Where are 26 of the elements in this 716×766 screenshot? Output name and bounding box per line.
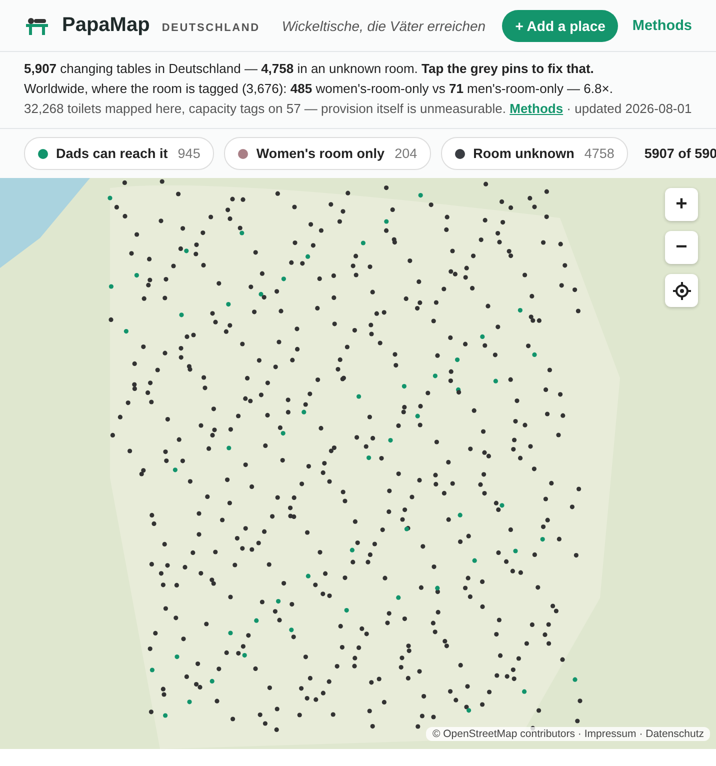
legend-label: Women's room only xyxy=(256,146,385,161)
locate-icon xyxy=(672,282,690,300)
worldwide-text: Worldwide, where the room is tagged (3,676): 485 women's-room-only vs 71 men's-room-only — 6.8×. xyxy=(24,80,614,98)
zoom-in-button[interactable]: + xyxy=(665,188,698,221)
map-attribution: © OpenStreetMap contributors · Impressum · Datenschutz xyxy=(426,727,710,741)
legend-count: 945 xyxy=(178,146,200,161)
attribution-link[interactable]: Impressum xyxy=(584,728,636,740)
legend-filter-chip[interactable]: Dads can reach it 945 xyxy=(24,137,214,170)
methods-link[interactable]: Methods xyxy=(632,18,692,34)
legend-filter-chip[interactable]: Room unknown 4758 xyxy=(441,137,628,170)
summary-text: 5,907 changing tables in Deutschland — 4,758 in an unknown room. Tap the grey pins to fix that. xyxy=(24,60,595,78)
attribution-link[interactable]: Datenschutz xyxy=(646,728,704,740)
zoom-out-button[interactable]: − xyxy=(665,231,698,264)
methods-link[interactable]: Methods xyxy=(510,101,564,116)
region-label: DEUTSCHLAND xyxy=(162,22,260,34)
coverage-text: 32,268 toilets mapped here, capacity tags on 57 — provision itself is unmeasurable. Methods · updated 2026-08-01 xyxy=(24,100,692,118)
legend-count: 204 xyxy=(394,146,418,161)
tagline: Wickeltische, die Väter erreichen xyxy=(282,18,487,34)
add-place-button[interactable]: + Add a place xyxy=(502,10,618,42)
legend-label: Dads can reach it xyxy=(56,146,168,161)
changing-table-icon xyxy=(26,16,48,34)
legend-count: 4758 xyxy=(584,146,614,161)
legend-filter-chip[interactable]: Women's room only 204 xyxy=(224,137,432,170)
app-name: PapaMap xyxy=(62,14,150,37)
locate-button[interactable] xyxy=(665,274,698,307)
legend-label: Room unknown xyxy=(473,146,574,161)
